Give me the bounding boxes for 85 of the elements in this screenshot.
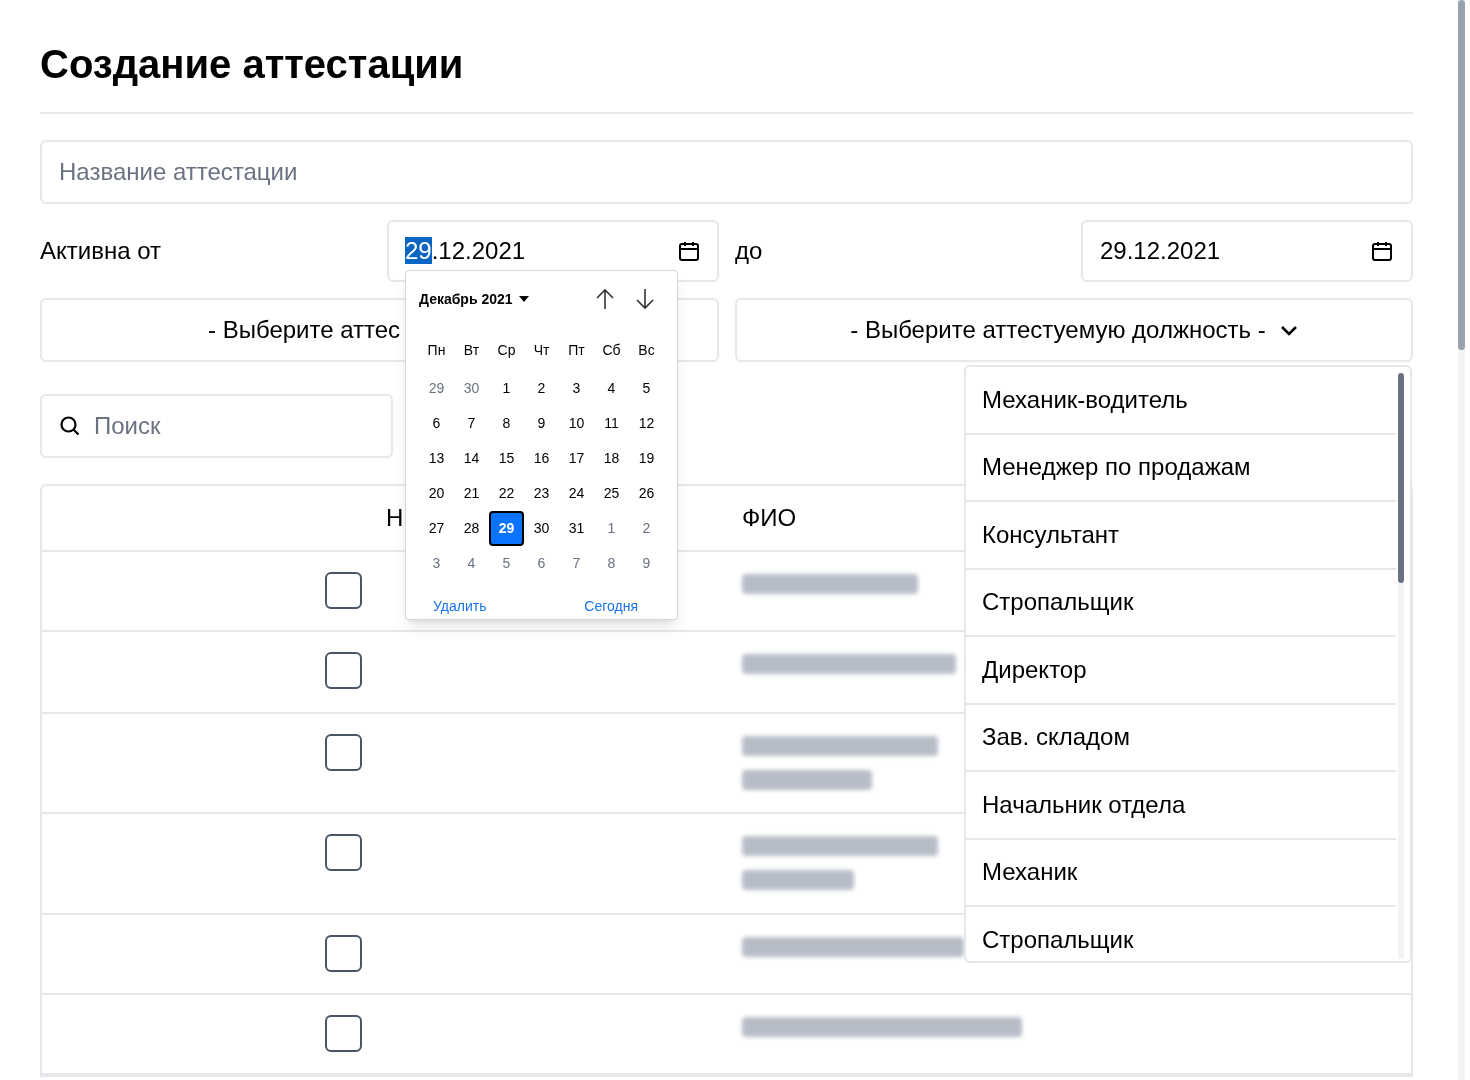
date-value: 29.12.2021 bbox=[1100, 236, 1221, 266]
dropdown-option[interactable]: Зав. складом bbox=[966, 704, 1396, 772]
calendar-day[interactable]: 20 bbox=[419, 476, 454, 511]
calendar-day[interactable]: 6 bbox=[419, 406, 454, 441]
calendar-icon[interactable] bbox=[1370, 239, 1394, 263]
row-checkbox[interactable] bbox=[324, 652, 362, 689]
calendar-day[interactable]: 29 bbox=[419, 371, 454, 406]
list-scrollbar-thumb[interactable] bbox=[1398, 373, 1404, 583]
calendar-day[interactable]: 13 bbox=[419, 441, 454, 476]
weekday-label: Вт bbox=[462, 341, 481, 360]
calendar-day[interactable]: 2 bbox=[629, 511, 664, 546]
page-scrollbar-thumb[interactable] bbox=[1458, 0, 1465, 350]
calendar-day[interactable]: 28 bbox=[454, 511, 489, 546]
weekday-label: Сб bbox=[601, 341, 622, 360]
calendar-day[interactable]: 11 bbox=[594, 406, 629, 441]
today-link[interactable]: Сегодня bbox=[584, 596, 638, 617]
dropdown-option[interactable]: Директор bbox=[966, 637, 1396, 705]
row-checkbox[interactable] bbox=[324, 572, 362, 609]
calendar-day[interactable]: 16 bbox=[524, 441, 559, 476]
dropdown-option[interactable]: Менеджер по продажам bbox=[966, 434, 1396, 502]
dropdown-option[interactable]: Стропальщик bbox=[966, 907, 1396, 961]
calendar-day[interactable]: 9 bbox=[629, 546, 664, 581]
calendar-day[interactable]: 23 bbox=[524, 476, 559, 511]
calendar-day[interactable]: 1 bbox=[594, 511, 629, 546]
calendar-day[interactable]: 24 bbox=[559, 476, 594, 511]
calendar-day[interactable]: 25 bbox=[594, 476, 629, 511]
weekday-label: Чт bbox=[532, 341, 551, 360]
column-header: Н bbox=[386, 504, 404, 531]
calendar-day[interactable]: 21 bbox=[454, 476, 489, 511]
calendar-day[interactable]: 8 bbox=[594, 546, 629, 581]
date-value: 29.12.2021 bbox=[405, 236, 526, 266]
calendar-day[interactable]: 27 bbox=[419, 511, 454, 546]
date-input-field[interactable]: 29.12.2021 bbox=[1081, 220, 1413, 282]
calendar-day[interactable]: 1 bbox=[489, 371, 524, 406]
calendar-day[interactable]: 3 bbox=[419, 546, 454, 581]
search-icon bbox=[58, 414, 82, 438]
search-field[interactable]: Поиск bbox=[40, 394, 393, 458]
dropdown-option[interactable]: Стропальщик bbox=[966, 569, 1396, 637]
arrow-down-icon[interactable] bbox=[634, 287, 656, 311]
arrow-up-icon[interactable] bbox=[594, 287, 616, 311]
calendar-day[interactable]: 15 bbox=[489, 441, 524, 476]
calendar-icon[interactable] bbox=[677, 239, 701, 263]
calendar-day[interactable]: 4 bbox=[594, 371, 629, 406]
calendar-day[interactable]: 4 bbox=[454, 546, 489, 581]
dropdown-option[interactable]: Начальник отдела bbox=[966, 772, 1396, 840]
row-checkbox[interactable] bbox=[324, 935, 362, 972]
row-checkbox[interactable] bbox=[324, 1015, 362, 1052]
dropdown-option[interactable]: Механик-водитель bbox=[966, 367, 1396, 435]
calendar-day[interactable]: 9 bbox=[524, 406, 559, 441]
calendar-day[interactable]: 30 bbox=[524, 511, 559, 546]
weekday-label: Пн bbox=[426, 341, 447, 360]
calendar-day[interactable]: 5 bbox=[489, 546, 524, 581]
row-checkbox[interactable] bbox=[324, 834, 362, 871]
calendar-day[interactable]: 19 bbox=[629, 441, 664, 476]
caret-icon bbox=[518, 296, 529, 302]
select-dropdown[interactable]: - Выберите аттестуемую должность - bbox=[735, 298, 1413, 362]
column-header: ФИО bbox=[742, 503, 797, 533]
calendar-day[interactable]: 29 bbox=[489, 511, 524, 546]
calendar-day[interactable]: 10 bbox=[559, 406, 594, 441]
calendar-day[interactable]: 18 bbox=[594, 441, 629, 476]
clear-link[interactable]: Удалить bbox=[433, 596, 487, 617]
dropdown-option[interactable]: Консультант bbox=[966, 502, 1396, 570]
field-label: Активна от bbox=[40, 236, 162, 266]
calendar-day[interactable]: 2 bbox=[524, 371, 559, 406]
calendar-day[interactable]: 12 bbox=[629, 406, 664, 441]
calendar-day[interactable]: 3 bbox=[559, 371, 594, 406]
calendar-day[interactable]: 17 bbox=[559, 441, 594, 476]
calendar-day[interactable]: 5 bbox=[629, 371, 664, 406]
calendar-day[interactable]: 14 bbox=[454, 441, 489, 476]
calendar-day[interactable]: 8 bbox=[489, 406, 524, 441]
dropdown-option[interactable]: Механик bbox=[966, 839, 1396, 907]
page-title: Создание аттестации bbox=[40, 41, 464, 88]
calendar-day[interactable]: 22 bbox=[489, 476, 524, 511]
calendar-day[interactable]: 26 bbox=[629, 476, 664, 511]
weekday-label: Вс bbox=[637, 341, 656, 360]
calendar-day[interactable]: 7 bbox=[559, 546, 594, 581]
calendar-day[interactable]: 30 bbox=[454, 371, 489, 406]
title-input-field[interactable]: Название аттестации bbox=[40, 140, 1413, 204]
weekday-label: Ср bbox=[496, 341, 517, 360]
calendar-day[interactable]: 6 bbox=[524, 546, 559, 581]
field-label: до bbox=[735, 236, 764, 266]
row-checkbox[interactable] bbox=[324, 734, 362, 771]
calendar-day[interactable]: 7 bbox=[454, 406, 489, 441]
weekday-label: Пт bbox=[567, 341, 586, 360]
calendar-day[interactable]: 31 bbox=[559, 511, 594, 546]
